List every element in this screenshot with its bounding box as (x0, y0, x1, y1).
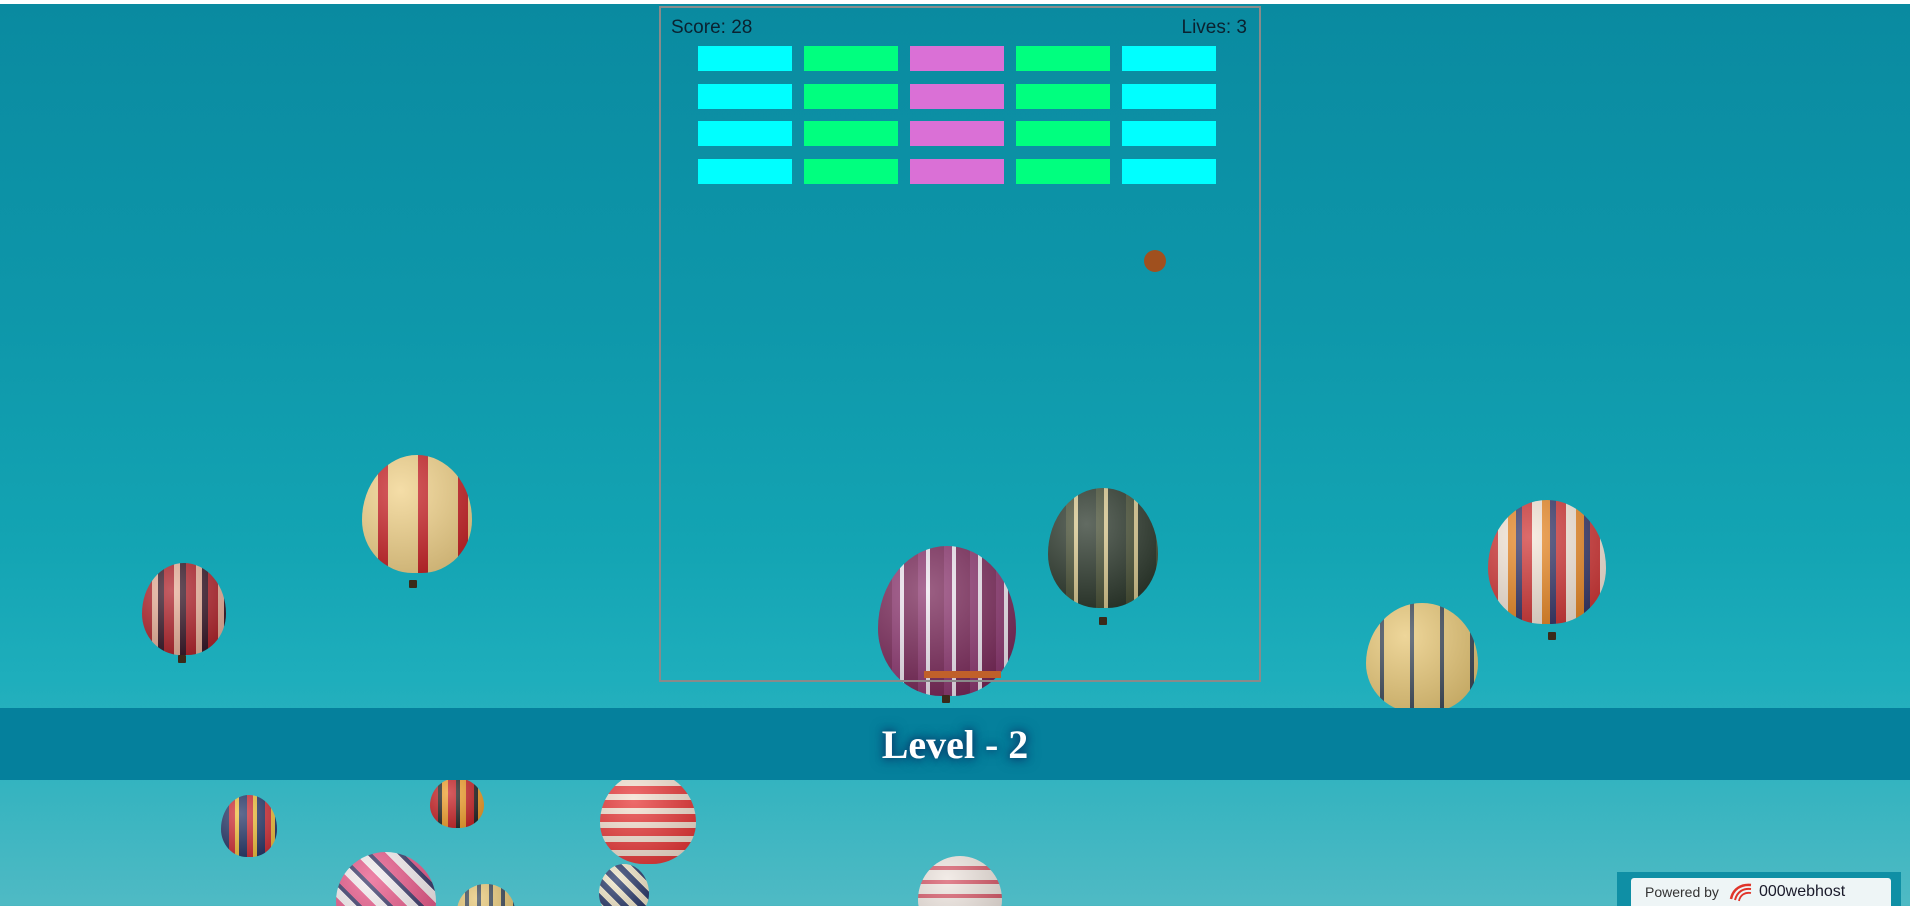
level-title: Level - 2 (881, 721, 1029, 767)
brick (910, 121, 1004, 146)
brick (698, 46, 792, 71)
balloon-image (430, 778, 484, 828)
powered-by-label: Powered by (1645, 884, 1719, 900)
brick (698, 159, 792, 184)
brick (1016, 46, 1110, 71)
brick (1122, 159, 1216, 184)
powered-by-box[interactable]: Powered by 000webhost (1631, 878, 1891, 906)
balloon-image (599, 864, 649, 906)
brick (804, 46, 898, 71)
balloon-basket (409, 580, 417, 588)
balloon-image (1366, 603, 1478, 713)
brick (804, 121, 898, 146)
lives-display: Lives: 3 (1181, 17, 1247, 38)
brick (1122, 84, 1216, 109)
balloon-basket (178, 655, 186, 663)
powered-by-badge[interactable]: Powered by 000webhost (1617, 872, 1901, 906)
brick (1016, 159, 1110, 184)
score-display: Score: 28 (671, 17, 753, 38)
brick (910, 46, 1004, 71)
brick (1122, 121, 1216, 146)
game-canvas[interactable]: Score: 28 Lives: 3 (659, 6, 1261, 682)
brick (698, 121, 792, 146)
balloon-image (600, 772, 696, 864)
brick (698, 84, 792, 109)
top-border (0, 0, 1910, 4)
brick (1122, 46, 1216, 71)
ball (1144, 250, 1166, 272)
brick (1016, 84, 1110, 109)
brick (804, 159, 898, 184)
balloon-image (142, 563, 226, 655)
balloon-image (336, 852, 436, 906)
balloon-basket (942, 695, 950, 703)
brick (910, 84, 1004, 109)
level-banner: Level - 2 (0, 708, 1910, 780)
brick (804, 84, 898, 109)
balloon-basket (1548, 632, 1556, 640)
brand-name: 000webhost (1758, 883, 1846, 900)
000webhost-logo-icon (1729, 883, 1752, 902)
brick (1016, 121, 1110, 146)
balloon-image (457, 884, 515, 906)
balloon-image (221, 795, 277, 857)
brick (910, 159, 1004, 184)
balloon-image (1488, 500, 1606, 624)
balloon-image (918, 856, 1002, 906)
paddle[interactable] (924, 671, 1001, 678)
balloon-image (362, 455, 472, 573)
